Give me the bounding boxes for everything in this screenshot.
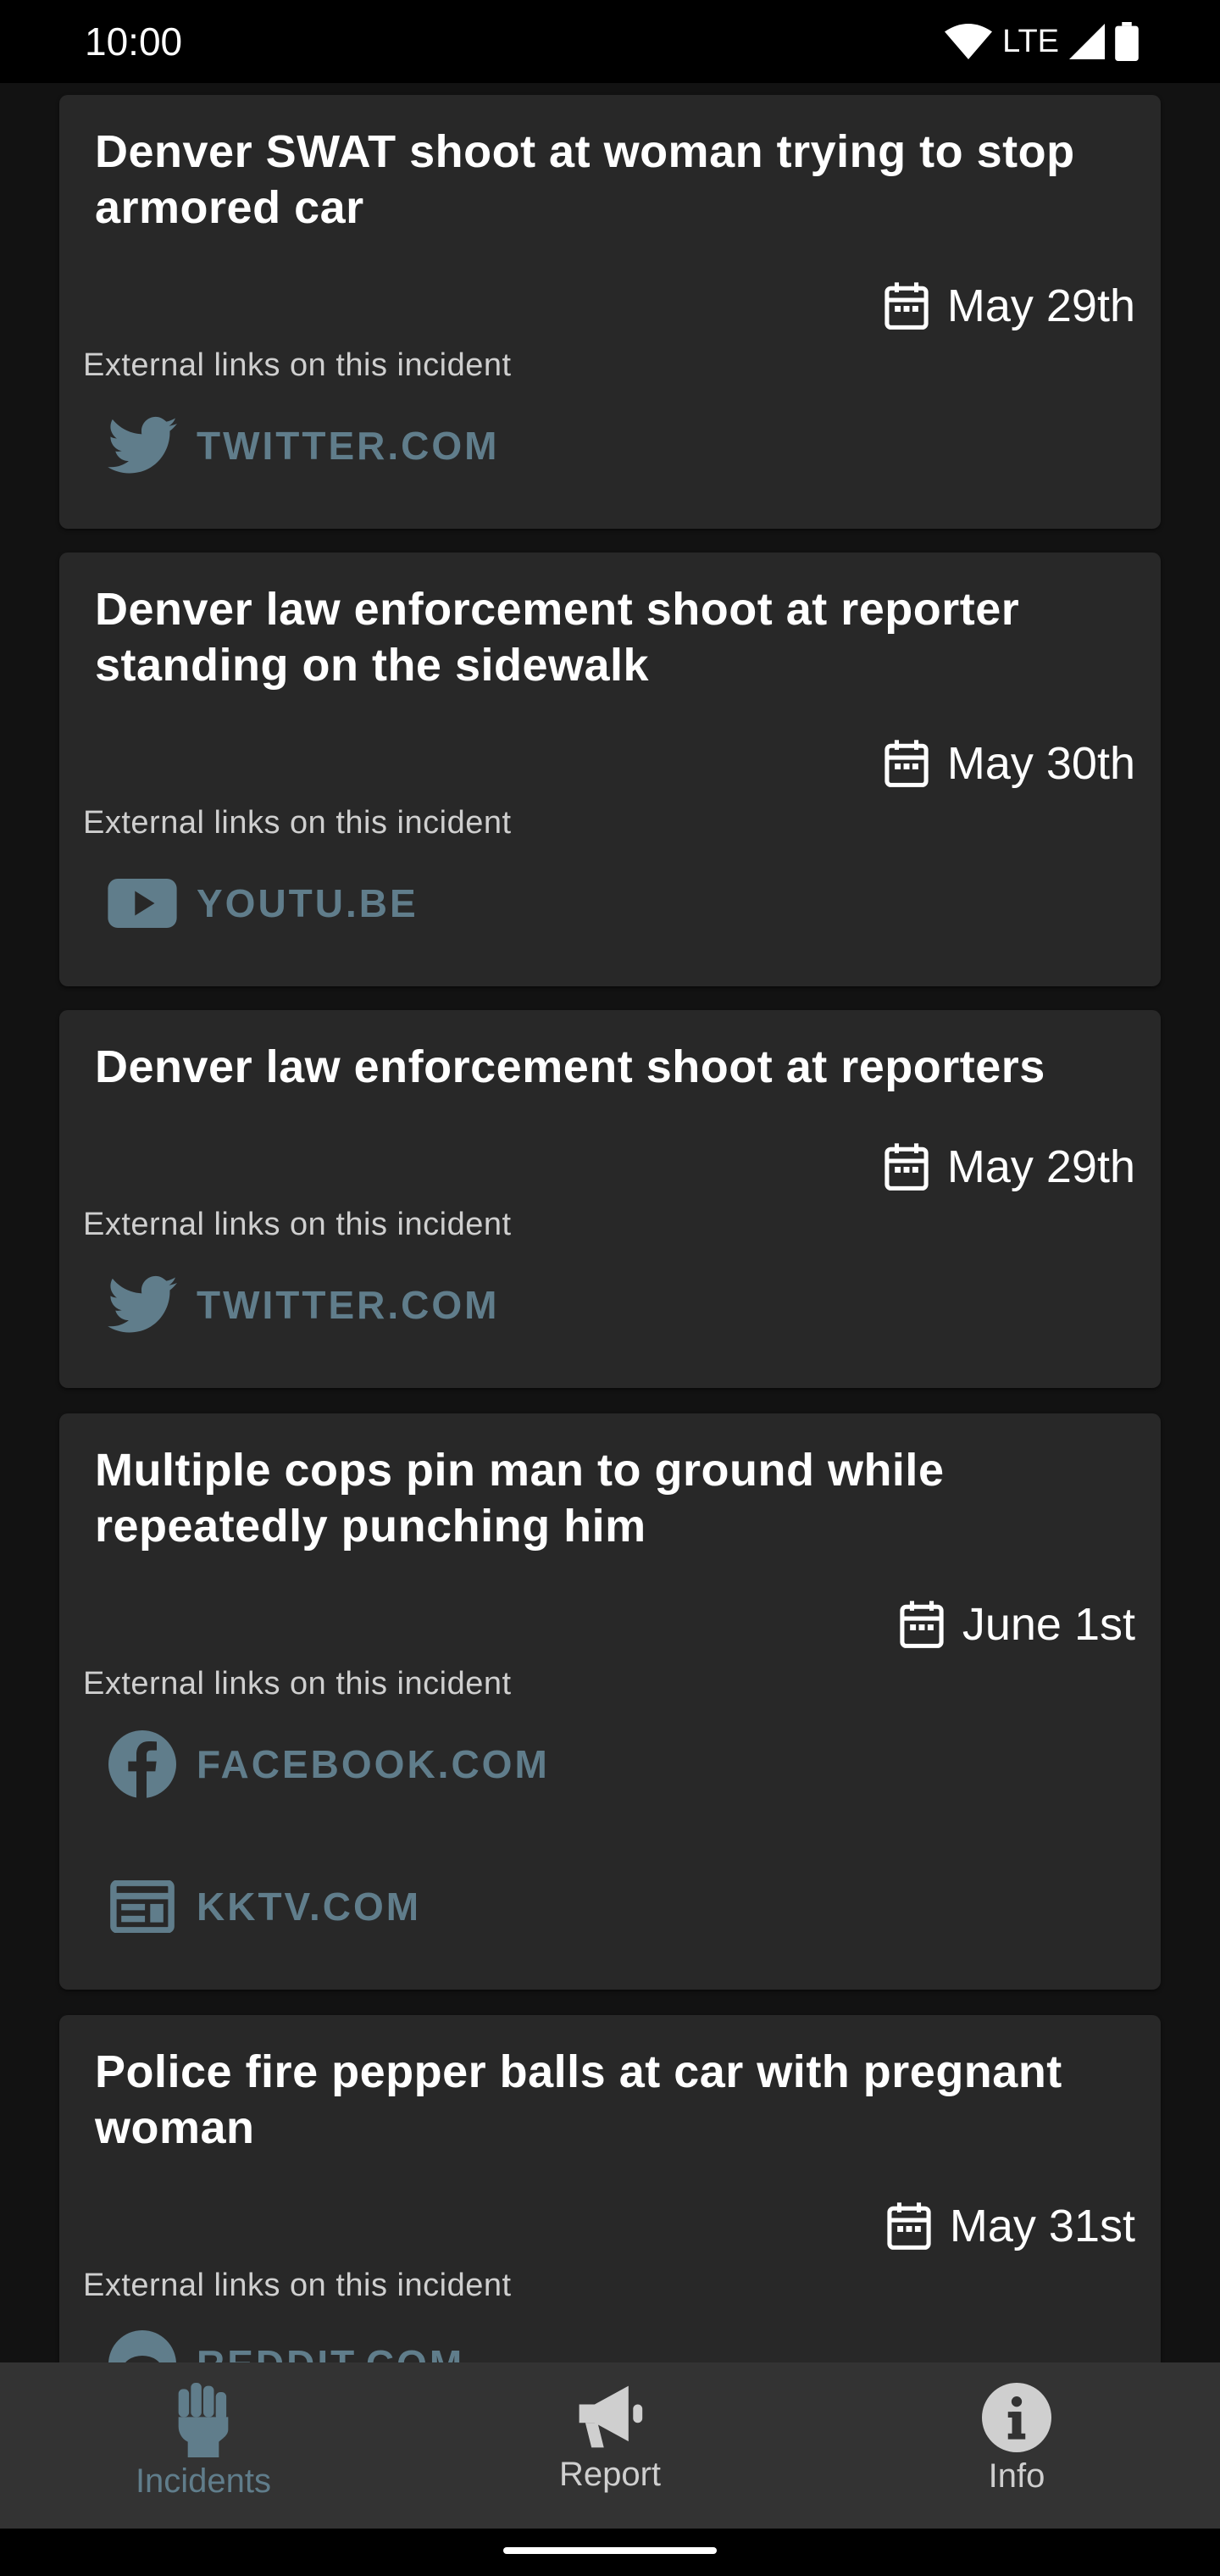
external-link-label: FACEBOOK.COM: [197, 1742, 550, 1786]
external-link-label: YOUTU.BE: [197, 881, 419, 925]
megaphone-icon: [579, 2385, 643, 2448]
external-links-label: External links on this incident: [83, 2268, 512, 2303]
external-link[interactable]: TWITTER.COM: [107, 410, 500, 481]
incident-card[interactable]: Multiple cops pin man to ground while re…: [59, 1413, 1161, 1990]
nav-item-report[interactable]: Report: [407, 2362, 813, 2529]
external-link-label: TWITTER.COM: [197, 1283, 500, 1327]
cell-signal-icon: [1069, 24, 1105, 59]
info-icon: [982, 2383, 1051, 2452]
twitter-icon: [107, 1269, 178, 1341]
twitter-icon: [107, 410, 178, 481]
incident-date-text: June 1st: [962, 1599, 1135, 1650]
incident-date-text: May 29th: [946, 280, 1135, 331]
incident-title: Denver law enforcement shoot at reporter…: [95, 1041, 1045, 1092]
incident-date: May 31st: [885, 2200, 1135, 2252]
news-icon: [107, 1871, 178, 1942]
external-link[interactable]: REDDIT.COM: [107, 2329, 464, 2362]
facebook-icon: [107, 1729, 178, 1800]
external-link[interactable]: YOUTU.BE: [107, 868, 419, 939]
incident-date: May 30th: [883, 737, 1135, 790]
nav-item-incidents[interactable]: Incidents: [0, 2362, 407, 2529]
calendar-icon: [887, 2202, 931, 2250]
incident-card[interactable]: Denver SWAT shoot at woman trying to sto…: [59, 95, 1161, 529]
incident-title: Multiple cops pin man to ground while re…: [95, 1445, 945, 1552]
bottom-navigation: Incidents Report Info: [0, 2362, 1220, 2529]
calendar-icon: [884, 282, 929, 330]
network-type-label: LTE: [1002, 23, 1059, 59]
incident-card[interactable]: Denver law enforcement shoot at reporter…: [59, 552, 1161, 986]
external-links-label: External links on this incident: [83, 805, 512, 841]
external-link[interactable]: KKTV.COM: [107, 1871, 421, 1942]
incident-feed[interactable]: Denver SWAT shoot at woman trying to sto…: [0, 83, 1220, 2362]
incident-date: May 29th: [883, 280, 1135, 332]
external-links-label: External links on this incident: [83, 1666, 512, 1702]
gesture-navigation-area: [0, 2529, 1220, 2576]
status-icons: LTE: [945, 22, 1139, 61]
incident-date-text: May 31st: [949, 2201, 1135, 2251]
external-link[interactable]: TWITTER.COM: [107, 1269, 500, 1341]
incident-date: May 29th: [883, 1141, 1135, 1193]
status-bar: 10:00 LTE: [0, 0, 1220, 83]
home-gesture-handle[interactable]: [503, 2547, 717, 2554]
incident-date: June 1st: [898, 1598, 1135, 1651]
external-links-label: External links on this incident: [83, 1207, 512, 1242]
incident-card[interactable]: Denver law enforcement shoot at reporter…: [59, 1010, 1161, 1388]
external-link-label: REDDIT.COM: [197, 2341, 464, 2362]
nav-label-report: Report: [558, 2456, 662, 2493]
nav-label-incidents: Incidents: [135, 2462, 272, 2500]
battery-icon: [1115, 22, 1139, 61]
status-time: 10:00: [85, 19, 183, 64]
incident-card[interactable]: Police fire pepper balls at car with pre…: [59, 2015, 1161, 2362]
calendar-icon: [884, 740, 929, 787]
incident-title: Police fire pepper balls at car with pre…: [95, 2046, 1062, 2153]
external-links-label: External links on this incident: [83, 347, 512, 383]
calendar-icon: [900, 1601, 944, 1648]
external-link-label: KKTV.COM: [197, 1885, 422, 1929]
calendar-icon: [884, 1143, 929, 1191]
external-link[interactable]: FACEBOOK.COM: [107, 1729, 550, 1800]
raised-fist-icon: [178, 2383, 229, 2457]
nav-item-info[interactable]: Info: [813, 2362, 1220, 2529]
reddit-icon: [107, 2329, 178, 2362]
incident-date-text: May 30th: [946, 738, 1135, 789]
nav-label-info: Info: [988, 2457, 1045, 2495]
external-link-label: TWITTER.COM: [197, 424, 500, 468]
incident-title: Denver law enforcement shoot at reporter…: [95, 584, 1020, 691]
wifi-icon: [945, 24, 993, 59]
incident-title: Denver SWAT shoot at woman trying to sto…: [95, 126, 1075, 233]
incident-date-text: May 29th: [946, 1141, 1135, 1192]
youtube-icon: [107, 868, 178, 939]
